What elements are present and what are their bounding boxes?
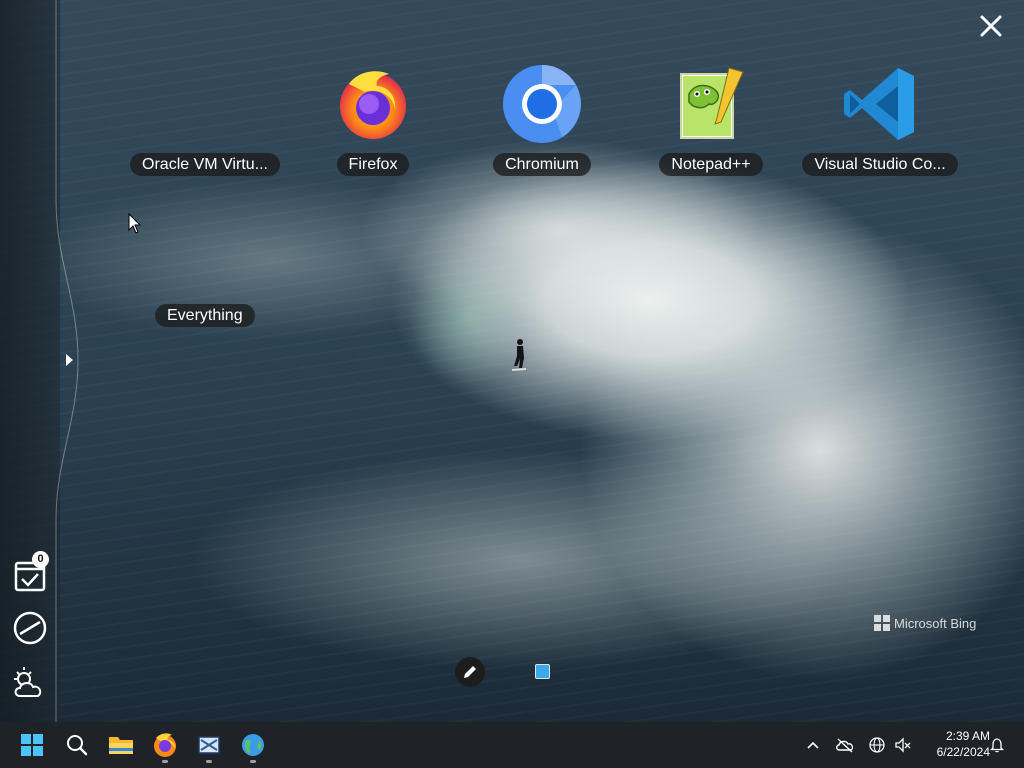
page-indicator[interactable] (535, 664, 550, 679)
app-label: Firefox (336, 153, 410, 176)
taskbar-virtualbox[interactable] (189, 725, 229, 765)
app-label: Chromium (493, 153, 591, 176)
app-label: Visual Studio Co... (802, 153, 958, 176)
clock-time: 2:39 AM (945, 729, 990, 743)
onedrive-button[interactable] (834, 734, 856, 756)
panel-expand-button[interactable] (62, 350, 76, 370)
running-indicator (206, 760, 212, 763)
clock[interactable]: 2:39 AM 6/22/2024 (918, 728, 990, 760)
onedrive-offline-icon (836, 738, 854, 753)
start-button[interactable] (12, 725, 52, 765)
notifications-button[interactable] (986, 734, 1008, 756)
search-button[interactable] (57, 725, 97, 765)
search-icon (67, 735, 88, 756)
start-icon (21, 734, 43, 756)
tasks-count-badge: 0 (32, 551, 49, 568)
app-chromium[interactable]: Chromium (457, 62, 627, 182)
app-label: Notepad++ (659, 153, 763, 176)
tasks-button[interactable]: 0 (9, 551, 51, 598)
microsoft-logo-icon (874, 615, 890, 631)
speaker-muted-icon (895, 737, 911, 753)
app-virtualbox[interactable]: Oracle VM Virtu... (120, 62, 290, 182)
surfer-figure (512, 339, 526, 371)
file-explorer-icon (109, 737, 133, 754)
volume-button[interactable] (892, 734, 914, 756)
running-indicator (250, 760, 256, 763)
browser-globe-icon (242, 734, 264, 756)
weather-icon (14, 667, 42, 697)
close-button[interactable] (975, 10, 1007, 42)
taskbar-firefox[interactable] (145, 725, 185, 765)
notification-bell-icon (989, 738, 1005, 753)
taskbar-globe-app[interactable] (233, 725, 273, 765)
pencil-icon (464, 666, 476, 678)
bing-watermark: Microsoft Bing (874, 615, 976, 631)
network-button[interactable] (866, 734, 888, 756)
firefox-icon (333, 62, 413, 146)
chevron-right-icon (66, 354, 73, 366)
virtualbox-icon (198, 736, 220, 754)
vscode-icon (840, 62, 920, 146)
notepadpp-icon (671, 62, 751, 146)
close-icon (980, 15, 1002, 37)
show-hidden-icons-button[interactable] (802, 734, 824, 756)
speedometer-icon (13, 611, 47, 645)
mouse-cursor-icon (128, 213, 142, 234)
taskbar: 2:39 AM 6/22/2024 (0, 722, 1024, 768)
firefox-icon (154, 733, 176, 757)
weather-button[interactable] (9, 662, 51, 704)
app-firefox[interactable]: Firefox (288, 62, 458, 182)
chromium-icon (502, 62, 582, 146)
speedometer-button[interactable] (9, 607, 51, 649)
chevron-up-icon (807, 741, 819, 749)
app-vscode[interactable]: Visual Studio Co... (795, 62, 965, 182)
pen-tool-button[interactable] (455, 657, 485, 687)
file-explorer-button[interactable] (101, 725, 141, 765)
network-icon (869, 737, 885, 753)
app-notepadpp[interactable]: Notepad++ (626, 62, 796, 182)
app-label: Oracle VM Virtu... (130, 153, 280, 176)
watermark-text: Microsoft Bing (894, 615, 977, 631)
running-indicator (162, 760, 168, 763)
clock-date: 6/22/2024 (936, 745, 990, 759)
app-everything-label[interactable]: Everything (155, 304, 255, 327)
